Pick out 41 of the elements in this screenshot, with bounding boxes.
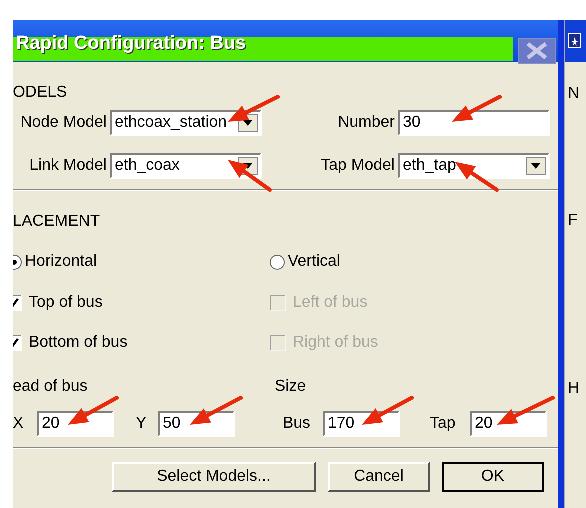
field-label: Tap Model [320,157,395,175]
dialog-button[interactable]: Select Models... [112,462,316,492]
field-label: Bus [282,415,312,433]
checkbox-option[interactable]: Top of bus [12,292,270,314]
radio-button[interactable] [270,254,285,270]
input-field[interactable]: 20 [36,411,114,437]
annotation-arrow [497,396,555,425]
annotation-arrow [362,396,414,425]
window-title: Rapid Configuration: Bus [14,33,246,56]
annotation-arrow [228,95,280,122]
model-dropdown[interactable]: eth_coax [110,153,262,179]
window-icon [568,33,582,49]
input-field[interactable]: 170 [322,411,400,437]
annotation-arrow [228,160,272,192]
input-field[interactable]: 50 [158,411,235,437]
annotation-arrow [68,396,119,425]
model-dropdown[interactable]: ethcoax_station [110,110,262,136]
section-heading: LACEMENT [12,212,102,232]
dialog-button[interactable]: OK [442,462,544,492]
section-heading: ead of bus [12,377,89,397]
cut-label: H [567,379,581,399]
model-dropdown[interactable]: eth_tap [398,153,550,179]
field-label: Node Model [20,114,107,132]
field-label: Link Model [28,157,107,175]
checkbox-option[interactable]: Bottom of bus [12,332,270,354]
section-heading: Size [274,377,306,397]
annotation-arrow [455,162,499,192]
annotation-arrow [190,396,243,425]
cut-label: F [567,211,579,231]
field-label: Tap [430,415,457,433]
close-button[interactable] [518,38,556,64]
input-field[interactable]: 30 [398,110,550,136]
field-label: X [12,415,25,433]
cut-label: N [567,84,581,104]
field-label: Y [136,415,148,433]
radio-option[interactable]: Vertical [270,251,340,273]
field-label: Number [337,114,395,132]
section-heading: ODELS [12,83,68,103]
dialog-button[interactable]: Cancel [328,462,430,492]
radio-option[interactable]: Horizontal [12,251,270,273]
annotation-arrow [452,95,502,122]
